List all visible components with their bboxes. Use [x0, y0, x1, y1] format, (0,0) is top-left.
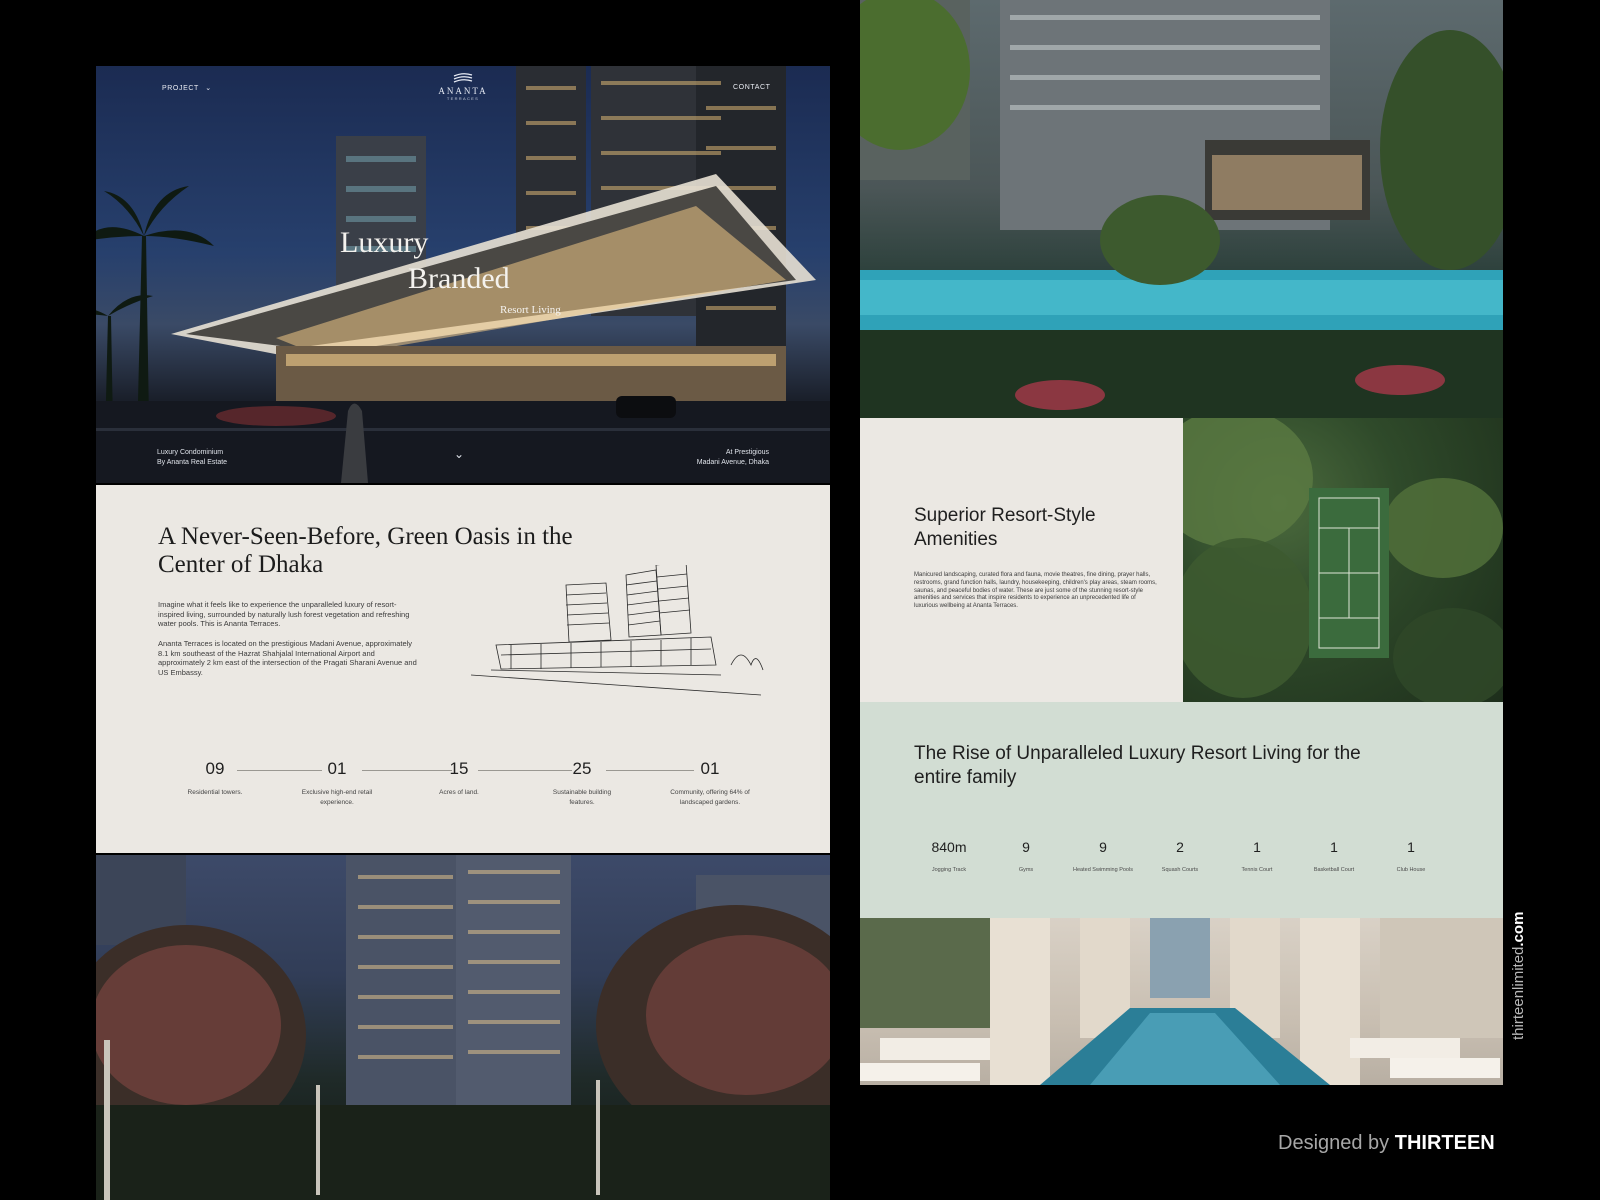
resort-stat-label: Basketball Court [1313, 867, 1355, 873]
resort-stat-number: 840m [931, 839, 967, 855]
amenities-section: Superior Resort-Style Amenities Manicure… [860, 418, 1183, 702]
resort-stats-section: The Rise of Unparalleled Luxury Resort L… [860, 702, 1503, 918]
hero-section: PROJECT ⌄ ANANTA TERRACES CONTACT Luxury… [96, 66, 830, 483]
amenities-body: Manicured landscaping, curated flora and… [914, 572, 1157, 610]
designer-credit: Designed by THIRTEEN [1278, 1132, 1495, 1155]
hero-headline-line3: Resort Living [500, 304, 561, 316]
stat-label: Residential towers. [187, 789, 243, 796]
resort-stat-label: Tennis Court [1241, 867, 1273, 873]
credit-prefix: Designed by [1278, 1132, 1395, 1154]
stat-number: 15 [449, 759, 469, 778]
resort-stat-number: 1 [1407, 839, 1415, 855]
intro-paragraph-1: Imagine what it feels like to experience… [158, 600, 410, 628]
stat-label: Acres of land. [439, 789, 479, 796]
resort-stat-label: Gyms [1018, 867, 1034, 873]
resort-stat-label: Squash Courts [1161, 867, 1199, 873]
resort-stat-label: Jogging Track [931, 867, 967, 873]
indoor-pool-render-image [860, 918, 1503, 1085]
nav-project-label: PROJECT [162, 85, 199, 92]
hero-footer-left-line2: By Ananta Real Estate [157, 459, 228, 466]
stat-label: Community, offering 64% of landscaped ga… [670, 789, 750, 806]
hero-headline-line1: Luxury [340, 226, 429, 259]
logo-subtitle: TERRACES [446, 96, 480, 101]
stat-label: Exclusive high-end retail experience. [301, 789, 373, 806]
credit-brand: THIRTEEN [1394, 1132, 1495, 1154]
stat-number: 25 [572, 759, 592, 778]
resort-stats-title: The Rise of Unparalleled Luxury Resort L… [914, 743, 1361, 788]
amenities-title: Superior Resort-Style Amenities [914, 505, 1096, 550]
nav-contact-link[interactable]: CONTACT [733, 84, 771, 91]
hero-footer-left: Luxury Condominium By Ananta Real Estate [157, 448, 227, 468]
resort-stat-label: Club House [1396, 867, 1426, 873]
hero-footer-right-line2: Madani Avenue, Dhaka [696, 459, 769, 466]
resort-stat-number: 2 [1176, 839, 1184, 855]
logo-mark-icon [453, 73, 473, 83]
stat-number: 01 [700, 759, 720, 778]
resort-stat-label: Heated Swimming Pools [1073, 867, 1133, 873]
intro-paragraph-2: Ananta Terraces is located on the presti… [158, 639, 417, 677]
pool-courtyard-render-image [860, 0, 1503, 418]
hero-footer-left-line1: Luxury Condominium [157, 449, 224, 456]
gardens-render-image [96, 855, 830, 1200]
resort-stat-number: 1 [1253, 839, 1261, 855]
hero-headline-line2: Branded [408, 262, 510, 295]
resort-stat-number: 1 [1330, 839, 1338, 855]
ananta-logo[interactable]: ANANTA TERRACES [433, 72, 493, 101]
site-suffix: .com [1510, 911, 1527, 947]
stat-number: 09 [205, 759, 225, 778]
stat-number: 01 [327, 759, 347, 778]
hero-footer-right: At Prestigious Madani Avenue, Dhaka [689, 448, 769, 468]
nav-project-menu[interactable]: PROJECT ⌄ [162, 84, 212, 92]
tennis-court-aerial-image [1183, 418, 1503, 702]
resort-stat-number: 9 [1099, 839, 1107, 855]
scroll-down-icon[interactable]: ⌄ [454, 447, 464, 461]
hero-footer-right-line1: At Prestigious [725, 449, 769, 456]
logo-name: ANANTA [438, 86, 488, 96]
intro-section: A Never-Seen-Before, Green Oasis in the … [96, 485, 830, 853]
resort-stat-number: 9 [1022, 839, 1030, 855]
chevron-down-icon: ⌄ [205, 85, 212, 92]
stat-label: Sustainable building features. [552, 789, 612, 806]
website-credit-vertical[interactable]: thirteenlimited.com [1510, 912, 1527, 1040]
site-prefix: thirteenlimited [1510, 946, 1527, 1040]
building-sketch-illustration [471, 565, 764, 696]
